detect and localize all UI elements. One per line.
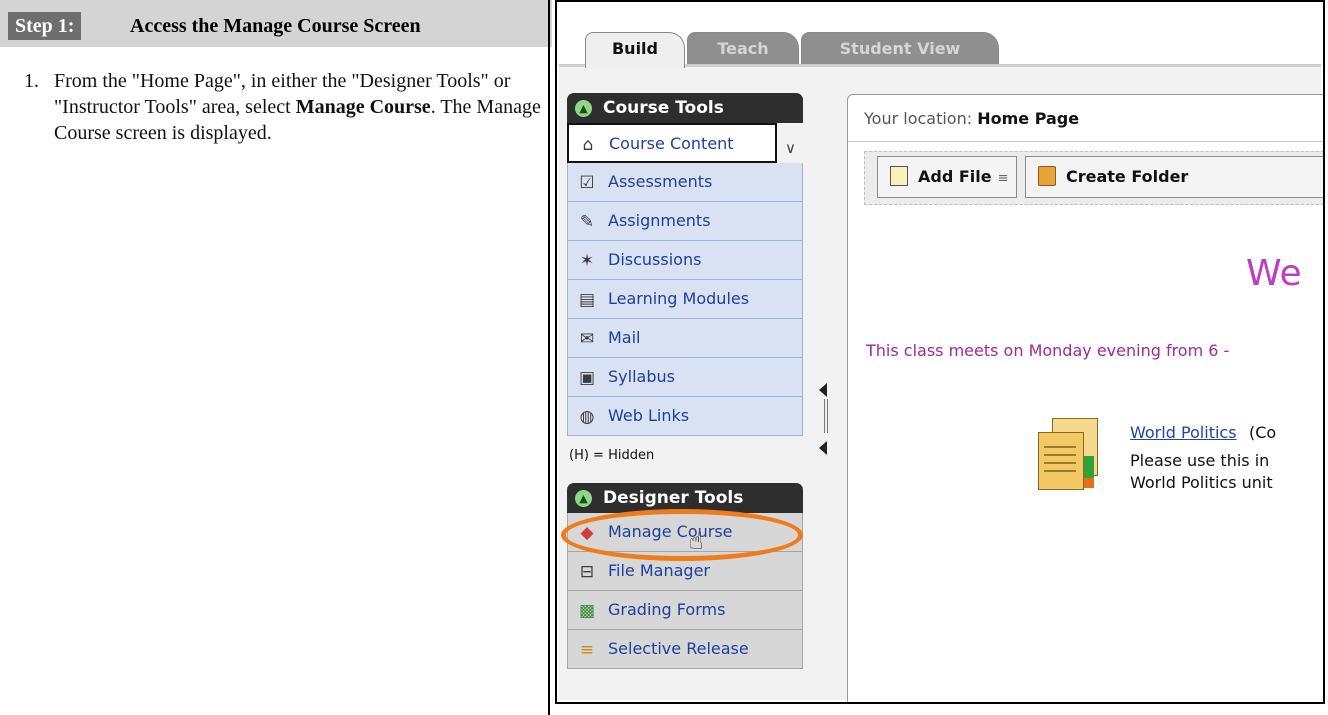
add-file-label: Add File [918,167,992,186]
documents-icon[interactable] [1034,418,1104,494]
sidebar-item-grading-forms[interactable]: ▩ Grading Forms [567,591,803,630]
location-value: Home Page [977,109,1080,128]
sidebar-item-syllabus[interactable]: ▣ Syllabus [567,358,803,397]
collapse-left-icon[interactable] [819,441,827,455]
content-item-type: (Co [1249,423,1277,442]
tab-student-view[interactable]: Student View [801,32,999,66]
breadcrumb-divider [848,141,1323,142]
course-tools-header[interactable]: ▲ Course Tools [567,93,803,123]
sidebar-item-course-content[interactable]: ⌂ Course Content ∨ [567,123,796,163]
hidden-legend: (H) = Hidden [569,448,655,463]
chevron-down-icon[interactable]: ∨ [785,129,796,167]
assignment-icon: ✎ [579,212,595,232]
class-info-text: This class meets on Monday evening from … [866,341,1230,360]
location-prefix: Your location: [864,109,973,128]
instruction-item: 1. From the "Home Page", in either the "… [24,68,544,146]
content-panel: Your location: Home Page Add File ≡ Creat… [847,94,1323,702]
content-item-description: World Politics unit [1130,473,1273,492]
step-header: Step 1: Access the Manage Course Screen [0,0,552,47]
selective-release-icon: ≡ [579,640,595,660]
sidebar-item-assessments[interactable]: ☑ Assessments [567,163,803,202]
syllabus-icon: ▣ [578,368,596,388]
collapse-chevron-icon[interactable]: ▲ [575,100,592,117]
assessment-icon: ☑ [579,173,595,193]
instruction-number: 1. [24,70,39,92]
module-icon: ▤ [578,290,596,310]
tab-build[interactable]: Build [585,32,685,68]
workspace: ▲ Course Tools ⌂ Course Content ∨ ☑ Asse… [559,67,1323,702]
instruction-list: 1. From the "Home Page", in either the "… [24,68,544,146]
tab-bar: Build Teach Student View [559,4,1321,68]
dropdown-icon[interactable]: ≡ [998,171,1009,186]
sidebar-item-label: Grading Forms [608,600,726,619]
sidebar-item-label: Web Links [608,406,690,425]
welcome-heading: We [1246,253,1302,294]
content-item-description: Please use this in [1130,451,1270,470]
sidebar-item-label: Learning Modules [608,289,750,308]
sidebar-item-label: Assessments [608,172,713,191]
sidebar-item-label: Discussions [608,250,702,269]
create-folder-button[interactable]: Create Folder [1025,156,1323,198]
sidebar-item-assignments[interactable]: ✎ Assignments [567,202,803,241]
step-label: Step 1: [8,12,82,40]
highlight-ring [561,509,803,561]
sidebar-item-label: Selective Release [608,639,749,658]
sidebar-item-label: Syllabus [608,367,675,386]
hand-cursor-icon: ☝ [689,527,704,555]
step-title: Access the Manage Course Screen [130,15,421,37]
file-manager-icon: ⊟ [579,562,595,582]
mail-icon: ✉ [579,329,595,349]
splitter-grip[interactable] [824,399,828,433]
instruction-bold: Manage Course [295,96,431,118]
breadcrumb: Your location: Home Page [864,109,1079,128]
sidebar-item-discussions[interactable]: ✶ Discussions [567,241,803,280]
globe-icon: ◍ [579,407,595,427]
tab-teach[interactable]: Teach [687,32,799,66]
sidebar-item-label: Course Content [609,134,734,153]
column-divider [548,0,550,715]
collapse-chevron-icon[interactable]: ▲ [575,490,592,507]
sidebar-item-label: File Manager [608,561,710,580]
sidebar-item-learning-modules[interactable]: ▤ Learning Modules [567,280,803,319]
pushpin-icon: ✶ [579,251,595,271]
add-file-button[interactable]: Add File ≡ [877,156,1017,198]
collapse-left-icon[interactable] [819,383,827,397]
sidebar-item-mail[interactable]: ✉ Mail [567,319,803,358]
panel-splitter[interactable] [817,377,831,457]
file-icon [890,166,908,186]
sidebar-item-label: Assignments [608,211,711,230]
sidebar-item-label: Mail [608,328,641,347]
home-icon: ⌂ [582,135,594,155]
content-item-link[interactable]: World Politics [1130,423,1237,442]
grading-forms-icon: ▩ [578,601,596,621]
create-folder-label: Create Folder [1066,167,1189,186]
sidebar-item-selective-release[interactable]: ≡ Selective Release [567,630,803,669]
course-tools-title: Course Tools [603,98,724,118]
screenshot-panel: Build Teach Student View ▲ Course Tools … [555,0,1325,704]
course-tools-list: ⌂ Course Content ∨ ☑ Assessments ✎ Assig… [567,123,803,436]
folder-icon [1038,166,1056,186]
sidebar-item-web-links[interactable]: ◍ Web Links [567,397,803,436]
content-toolbar: Add File ≡ Create Folder [864,151,1323,205]
